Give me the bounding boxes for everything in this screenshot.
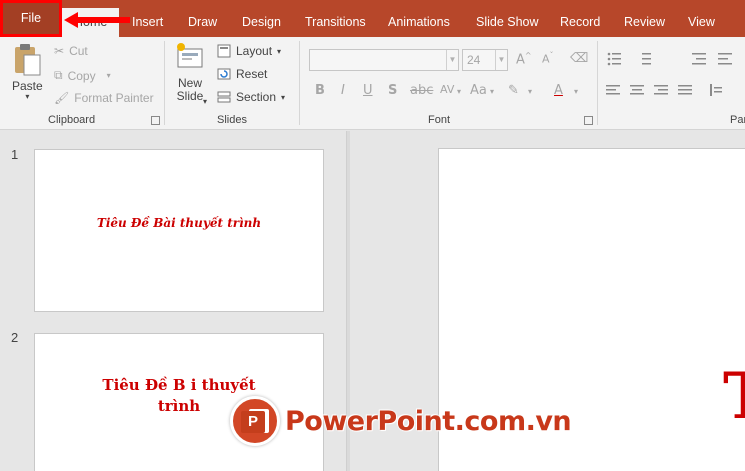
clear-formatting-icon[interactable]: ⌫ (570, 51, 588, 66)
font-color-button[interactable]: A (554, 83, 563, 98)
chevron-down-icon: ▾ (528, 87, 533, 96)
italic-button[interactable]: I (341, 83, 345, 98)
layout-button[interactable]: Layout ▾ (217, 44, 281, 58)
chevron-down-icon: ▾ (457, 87, 462, 96)
watermark-text: PowerPoint.com.vn (285, 405, 572, 437)
ribbon-home: Paste ▾ ✂ Cut ⧉ Copy ▾ 🖌 Format Painter … (0, 37, 745, 130)
tab-file[interactable]: File (0, 0, 62, 37)
watermark: P PowerPoint.com.vn (230, 396, 572, 446)
group-separator (597, 41, 598, 125)
font-group-label: Font (428, 114, 451, 126)
brush-icon: 🖌 (54, 91, 70, 105)
font-name-combo[interactable]: ▼ (309, 49, 459, 71)
copy-button[interactable]: ⧉ Copy ▾ (54, 68, 111, 83)
slides-group-label: Slides (217, 114, 247, 126)
clipboard-group-label: Clipboard (48, 114, 96, 126)
chevron-down-icon: ▾ (203, 97, 208, 106)
chevron-down-icon[interactable]: ▼ (495, 50, 507, 70)
reset-icon (217, 68, 231, 80)
logo-letter: P (241, 411, 265, 433)
alignment-buttons-icon[interactable] (606, 84, 745, 98)
section-icon (217, 91, 231, 103)
format-painter-label: Format Painter (74, 91, 154, 105)
tab-record[interactable]: Record (560, 15, 600, 29)
paste-button[interactable]: Paste ▾ (12, 43, 43, 101)
section-label: Section (236, 90, 277, 104)
layout-icon (217, 44, 231, 58)
chevron-down-icon: ▾ (277, 46, 282, 56)
font-size-value: 24 (467, 53, 481, 67)
new-slide-label-line2: Slide (176, 89, 204, 103)
new-slide-button[interactable]: New Slide (174, 41, 206, 103)
copy-icon: ⧉ (54, 68, 63, 82)
dialog-launcher-icon[interactable] (584, 116, 593, 125)
annotation-arrow-icon (64, 12, 130, 28)
new-slide-label-line1: New (177, 76, 202, 90)
character-spacing-button[interactable]: AV (440, 83, 454, 96)
new-slide-icon (177, 43, 203, 68)
layout-label: Layout (236, 44, 273, 58)
chevron-down-icon: ▾ (490, 87, 495, 96)
dialog-launcher-icon[interactable] (151, 116, 160, 125)
tab-animations[interactable]: Animations (388, 15, 450, 29)
thumbnail-title: Tiêu Đề Bài thuyết trình (96, 216, 262, 230)
scissors-icon: ✂ (54, 44, 65, 58)
reset-label: Reset (236, 67, 268, 81)
slide-number: 2 (11, 330, 19, 345)
reset-button[interactable]: Reset (217, 67, 267, 81)
chevron-down-icon: ▾ (25, 92, 30, 101)
shadow-button[interactable]: S (388, 83, 397, 98)
tab-review[interactable]: Review (624, 15, 665, 29)
slide-title-partial: T (723, 359, 745, 434)
font-size-combo[interactable]: 24 ▼ (462, 49, 508, 71)
tab-view[interactable]: View (688, 15, 715, 29)
tab-transitions[interactable]: Transitions (305, 15, 366, 29)
increase-font-size-icon[interactable]: A^ (516, 51, 532, 67)
tab-insert[interactable]: Insert (132, 15, 163, 29)
group-separator (299, 41, 300, 125)
chevron-down-icon[interactable]: ▼ (446, 50, 458, 70)
bold-button[interactable]: B (315, 83, 325, 98)
paragraph-group-label: Par (730, 114, 745, 126)
paste-icon (15, 44, 41, 76)
chevron-down-icon: ▾ (106, 71, 111, 80)
underline-button[interactable]: U (363, 83, 373, 98)
thumbnail-title-line1: Tiêu Đề B i thuyết (102, 376, 256, 394)
slide-number: 1 (11, 147, 19, 162)
tab-slide-show[interactable]: Slide Show (476, 15, 539, 29)
cut-button[interactable]: ✂ Cut (54, 44, 88, 58)
powerpoint-logo-icon: P (230, 396, 280, 446)
change-case-button[interactable]: Aa (470, 83, 487, 98)
format-painter-button[interactable]: 🖌 Format Painter (54, 91, 154, 105)
list-buttons-icon[interactable] (606, 51, 745, 67)
group-separator (164, 41, 165, 125)
text-highlight-icon[interactable]: ✎ (508, 83, 519, 98)
tab-draw[interactable]: Draw (188, 15, 217, 29)
chevron-down-icon: ▾ (574, 87, 579, 96)
decrease-font-size-icon[interactable]: Aˇ (542, 51, 554, 66)
slide-thumbnail-1[interactable]: Tiêu Đề Bài thuyết trình (34, 149, 324, 312)
tab-design[interactable]: Design (242, 15, 281, 29)
paste-label: Paste (12, 79, 43, 93)
cut-label: Cut (69, 44, 88, 58)
copy-label: Copy (67, 68, 96, 83)
strikethrough-icon[interactable]: abc (410, 83, 433, 98)
section-button[interactable]: Section ▾ (217, 90, 285, 104)
chevron-down-icon: ▾ (281, 92, 286, 102)
